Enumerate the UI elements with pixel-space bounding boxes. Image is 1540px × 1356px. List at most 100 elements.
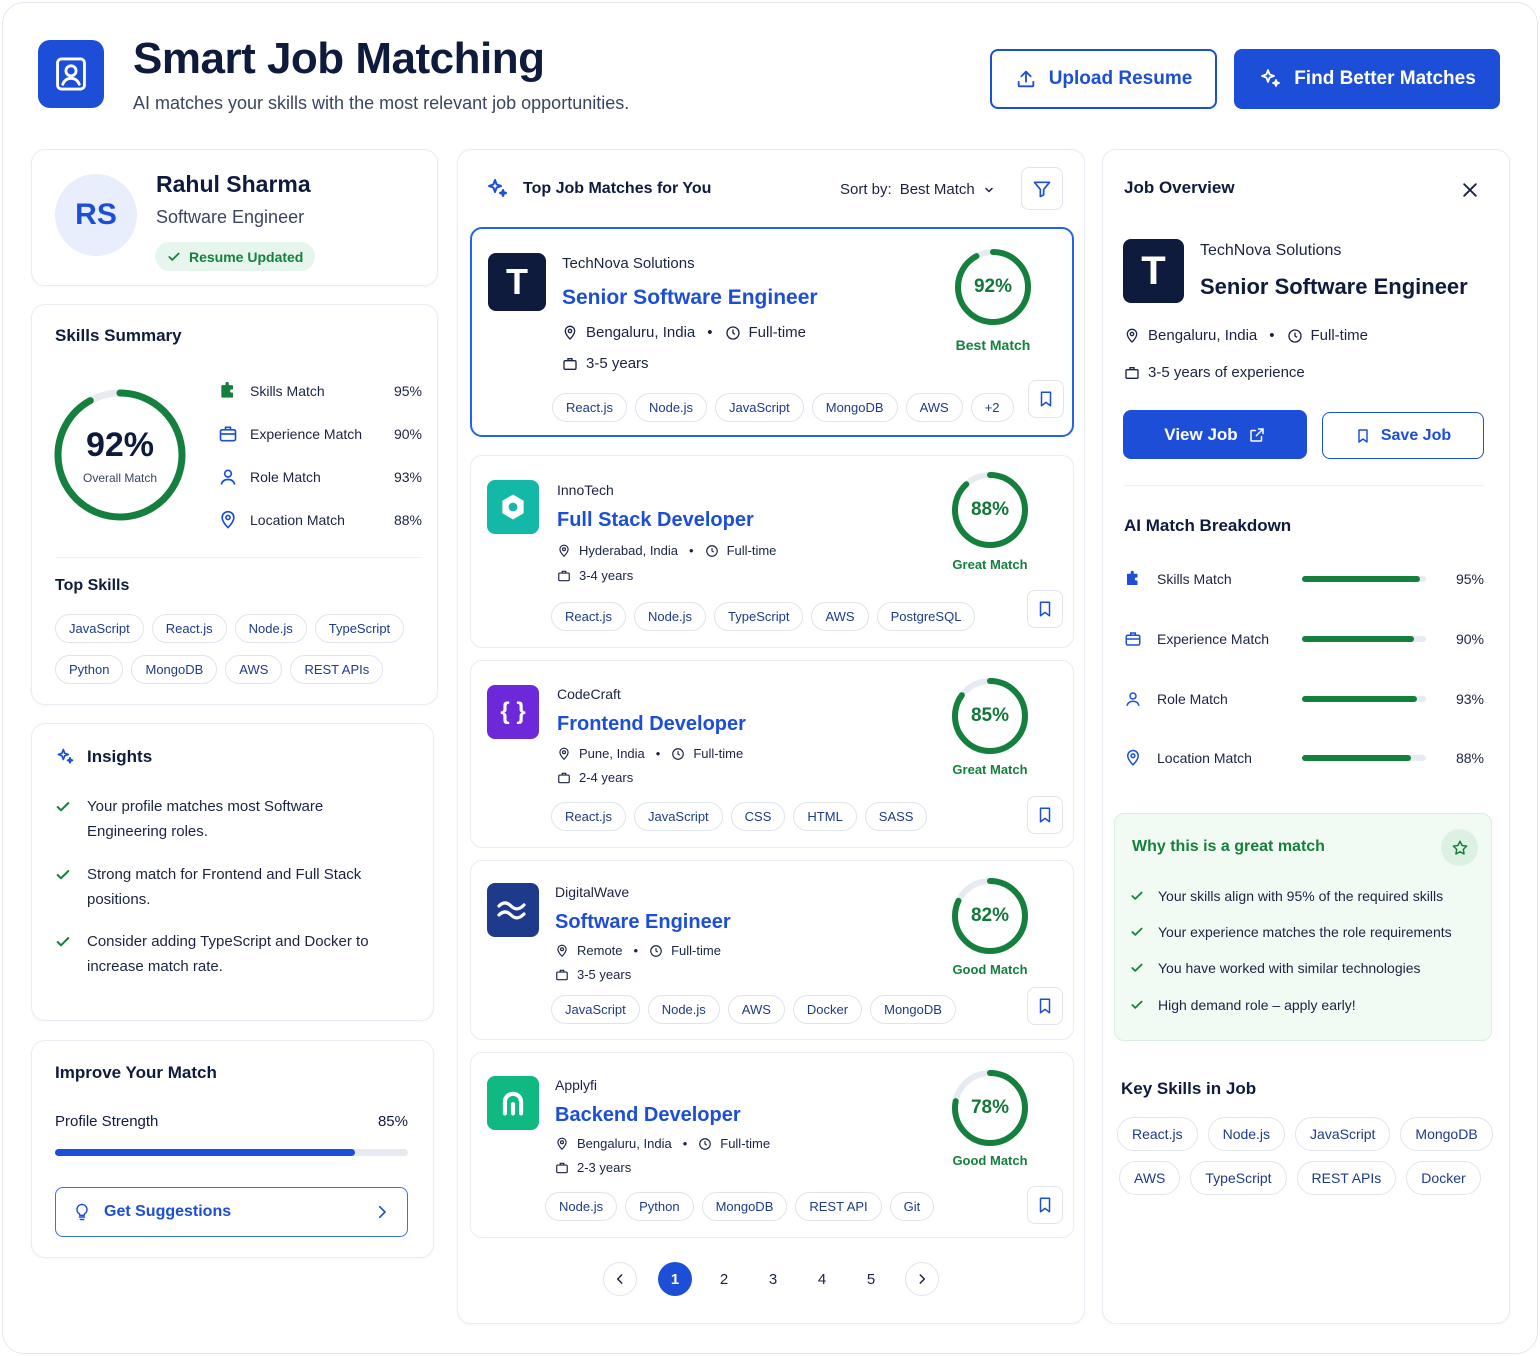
bookmark-icon: [1039, 1197, 1051, 1213]
job-card[interactable]: { } CodeCraft Frontend Developer Pune, I…: [470, 660, 1074, 848]
bookmark-button[interactable]: [1027, 796, 1063, 834]
divider: [55, 557, 422, 558]
key-skill-chip: Node.js: [1207, 1117, 1286, 1151]
company-logo-icon: T: [1123, 239, 1184, 303]
job-location: Hyderabad, India: [579, 543, 679, 558]
insight-text: Strong match for Frontend and Full Stack…: [87, 866, 362, 908]
skill-chip[interactable]: Python: [55, 655, 124, 684]
briefcase-icon: [556, 1162, 568, 1173]
breakdown-value: 88%: [1455, 750, 1484, 766]
job-tag: Node.js: [647, 995, 720, 1024]
job-title[interactable]: Backend Developer: [555, 1104, 741, 1127]
key-skills-row-2: AWS TypeScript REST APIs Docker: [1119, 1161, 1491, 1195]
breakdown-bar: [1302, 755, 1426, 761]
job-meta: Bengaluru, India • Full-time: [562, 324, 806, 341]
key-skill-chip: TypeScript: [1190, 1161, 1287, 1195]
save-job-button[interactable]: Save Job: [1322, 412, 1484, 459]
key-skill-chip: REST APIs: [1296, 1161, 1397, 1195]
job-tag: JavaScript: [633, 802, 723, 831]
job-meta: Hyderabad, India • Full-time: [557, 543, 776, 558]
skill-chip[interactable]: MongoDB: [131, 655, 218, 684]
breakdown-label: Location Match: [1157, 750, 1252, 766]
skill-chip[interactable]: React.js: [151, 614, 227, 643]
person-icon: [1126, 692, 1140, 706]
job-card[interactable]: DigitalWave Software Engineer Remote • F…: [470, 860, 1074, 1040]
app-logo-icon: [38, 40, 104, 108]
page-button-4[interactable]: 4: [805, 1262, 839, 1296]
overview-meta: Bengaluru, India • Full-time: [1124, 327, 1368, 344]
match-label: Best Match: [955, 337, 1031, 353]
prev-page-button[interactable]: [603, 1262, 637, 1296]
find-better-matches-button[interactable]: Find Better Matches: [1234, 49, 1500, 109]
briefcase-icon: [1125, 366, 1139, 379]
page-button-5[interactable]: 5: [854, 1262, 888, 1296]
job-title[interactable]: Senior Software Engineer: [562, 286, 818, 310]
next-page-button[interactable]: [905, 1262, 939, 1296]
upload-resume-label: Upload Resume: [1048, 68, 1193, 89]
bookmark-button[interactable]: [1027, 987, 1063, 1025]
job-card[interactable]: Applyfi Backend Developer Bengaluru, Ind…: [470, 1052, 1074, 1238]
job-tag: AWS: [727, 995, 785, 1024]
breakdown-role: Role Match 93%: [1124, 688, 1484, 710]
page-button-3[interactable]: 3: [756, 1262, 790, 1296]
bookmark-button[interactable]: [1028, 380, 1064, 418]
job-tag: JavaScript: [551, 995, 640, 1024]
overview-experience: 3-5 years of experience: [1124, 364, 1305, 381]
skill-chip[interactable]: REST APIs: [290, 655, 384, 684]
job-tag: MongoDB: [870, 995, 956, 1024]
insights-title: Insights: [87, 747, 153, 766]
star-icon: [1441, 829, 1478, 866]
metric-value: 93%: [393, 469, 422, 485]
insights-header: Insights: [55, 747, 152, 767]
job-experience-text: 3-4 years: [579, 568, 634, 583]
get-suggestions-button[interactable]: Get Suggestions: [55, 1187, 408, 1237]
job-experience-text: 3-5 years: [577, 967, 632, 982]
sort-dropdown[interactable]: Sort by: Best Match: [840, 181, 995, 198]
company-name: CodeCraft: [557, 686, 621, 702]
skill-chip[interactable]: AWS: [225, 655, 283, 684]
breakdown-experience: Experience Match 90%: [1124, 628, 1484, 650]
job-card[interactable]: T TechNova Solutions Senior Software Eng…: [470, 227, 1074, 437]
job-experience: 3-5 years: [562, 355, 649, 372]
view-job-button[interactable]: View Job: [1123, 410, 1307, 459]
job-tag: Node.js: [634, 393, 708, 422]
bookmark-button[interactable]: [1027, 1186, 1063, 1224]
page-button-1[interactable]: 1: [658, 1262, 692, 1296]
get-suggestions-label: Get Suggestions: [104, 1203, 232, 1220]
breakdown-title: AI Match Breakdown: [1124, 516, 1292, 535]
check-icon: [1131, 891, 1143, 900]
job-meta: Pune, India • Full-time: [557, 746, 743, 761]
save-job-label: Save Job: [1380, 426, 1452, 444]
job-title[interactable]: Full Stack Developer: [557, 509, 754, 532]
job-title[interactable]: Frontend Developer: [557, 713, 746, 736]
close-button[interactable]: [1456, 176, 1484, 204]
upload-resume-button[interactable]: Upload Resume: [990, 49, 1217, 109]
job-overview-title: Job Overview: [1124, 178, 1235, 197]
clock-icon: [1287, 328, 1302, 343]
page-button-2[interactable]: 2: [707, 1262, 741, 1296]
bookmark-button[interactable]: [1027, 590, 1063, 628]
job-location: Bengaluru, India: [577, 1136, 672, 1151]
metric-label: Role Match: [250, 469, 321, 485]
breakdown-bar: [1302, 576, 1426, 582]
job-experience: 2-3 years: [555, 1160, 631, 1175]
skill-chip[interactable]: Node.js: [234, 614, 307, 643]
skill-chip[interactable]: TypeScript: [314, 614, 405, 643]
code-braces-logo-icon: { }: [487, 685, 539, 739]
match-score-value: 78%: [970, 1097, 1010, 1118]
clock-icon: [650, 944, 662, 957]
overall-match-value: 92%: [85, 426, 155, 464]
metric-experience-match: Experience Match 90%: [218, 424, 422, 444]
filter-button[interactable]: [1021, 167, 1063, 210]
job-card[interactable]: InnoTech Full Stack Developer Hyderabad,…: [470, 455, 1074, 648]
key-skill-chip: Docker: [1406, 1161, 1481, 1195]
job-title[interactable]: Software Engineer: [555, 911, 731, 934]
job-tag: Node.js: [545, 1192, 618, 1221]
skill-chip[interactable]: JavaScript: [55, 614, 144, 643]
match-score-value: 88%: [970, 499, 1010, 520]
why-text: You have worked with similar technologie…: [1158, 960, 1421, 976]
page-title: Smart Job Matching: [133, 34, 545, 83]
job-tag-more[interactable]: +2: [970, 393, 1014, 422]
sort-prefix: Sort by:: [840, 181, 892, 198]
clock-icon: [699, 1137, 712, 1150]
